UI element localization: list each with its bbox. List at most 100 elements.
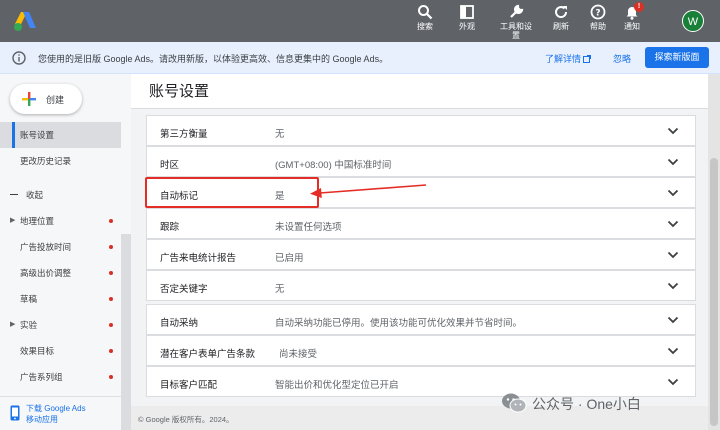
explore-new-ui-button[interactable]: 探索新版面 (645, 47, 709, 68)
setting-row-lead-form-terms[interactable]: 潜在客户表单广告条款 尚未接受 (146, 335, 696, 366)
watermark-text: 公众号 · One小白 (532, 396, 641, 412)
setting-label: 潜在客户表单广告条款 (160, 349, 256, 360)
sidebar-item-label: 账号设置 (20, 130, 55, 140)
setting-value: (GMT+08:00) 中国标准时间 (275, 160, 392, 171)
setting-row-call-reporting[interactable]: 广告来电统计报告 已启用 (146, 239, 696, 270)
status-dot-icon (109, 271, 113, 275)
sidebar-item-experiments[interactable]: ▶ 实验 (0, 312, 121, 338)
sidebar-scrollbar[interactable] (121, 234, 131, 430)
main-scrollbar-thumb[interactable] (710, 158, 718, 426)
appearance-icon (460, 5, 474, 19)
setting-row-auto-apply[interactable]: 自动采纳 自动采纳功能已停用。使用该功能可优化效果并节省时间。 (146, 304, 696, 335)
search-button[interactable]: 搜索 (407, 4, 443, 31)
help-icon: ? (590, 4, 606, 20)
banner-message: 您使用的是旧版 Google Ads。请改用新版，以体验更高效、信息更集中的 G… (38, 54, 389, 64)
copyright-footer: © Google 版权所有。2024。 (138, 415, 234, 424)
sidebar-item-account-settings[interactable]: 账号设置 (0, 122, 121, 148)
annotation-highlight-box (145, 177, 319, 208)
setting-value: 无 (275, 129, 285, 140)
refresh-button[interactable]: 刷新 (543, 4, 579, 31)
chevron-down-icon[interactable] (667, 126, 679, 136)
notifications-button[interactable]: ! 通知 (614, 2, 650, 31)
setting-value: 自动采纳功能已停用。使用该功能可优化效果并节省时间。 (275, 318, 523, 329)
setting-row-negative-keywords[interactable]: 否定关键字 无 (146, 270, 696, 301)
setting-label: 第三方衡量 (160, 129, 208, 140)
sidebar-item-label: 草稿 (20, 294, 38, 304)
setting-label: 否定关键字 (160, 284, 208, 295)
setting-value: 已启用 (275, 253, 304, 264)
ignore-link[interactable]: 忽略 (613, 52, 631, 65)
learn-more-label: 了解详情 (545, 54, 582, 64)
refresh-label: 刷新 (553, 22, 569, 31)
search-label: 搜索 (417, 22, 433, 31)
chevron-down-icon[interactable] (667, 346, 679, 356)
sidebar-item-collapse[interactable]: 收起 (0, 182, 121, 208)
setting-row-third-party-measurement[interactable]: 第三方衡量 无 (146, 115, 696, 146)
learn-more-link[interactable]: 了解详情 (545, 52, 592, 65)
setting-value: 智能出价和优化型定位已开启 (275, 380, 399, 391)
chevron-down-icon[interactable] (667, 281, 679, 291)
chevron-down-icon[interactable] (667, 315, 679, 325)
notifications-label: 通知 (624, 22, 640, 31)
status-dot-icon (109, 349, 113, 353)
sidebar-item-label: 效果目标 (20, 346, 55, 356)
phone-icon (10, 405, 20, 421)
help-label: 帮助 (590, 22, 606, 31)
sidebar-item-locations[interactable]: ▶ 地理位置 (0, 208, 121, 234)
tools-button[interactable]: 工具和设置 (498, 4, 534, 40)
status-dot-icon (109, 297, 113, 301)
status-dot-icon (109, 375, 113, 379)
tools-label: 工具和设置 (500, 22, 532, 40)
setting-value: 尚未接受 (279, 349, 318, 360)
setting-label: 自动采纳 (160, 318, 199, 329)
setting-label: 广告来电统计报告 (160, 253, 237, 264)
chevron-down-icon[interactable] (667, 377, 679, 387)
chevron-down-icon[interactable] (667, 157, 679, 167)
sidebar-item-advanced-bid-adjustments[interactable]: 高级出价调整 (0, 260, 121, 286)
setting-row-tracking[interactable]: 跟踪 未设置任何选项 (146, 208, 696, 239)
plus-icon (22, 92, 36, 106)
wechat-icon (502, 393, 527, 413)
page-title: 账号设置 (149, 83, 210, 100)
create-label: 创建 (46, 95, 65, 105)
sidebar-item-drafts[interactable]: 草稿 (0, 286, 121, 312)
caret-right-icon: ▶ (10, 217, 16, 224)
sidebar-item-change-history[interactable]: 更改历史记录 (0, 148, 121, 174)
caret-right-icon: ▶ (10, 321, 16, 328)
watermark: 公众号 · One小白 (500, 392, 705, 414)
download-app-line1: 下载 Google Ads (26, 404, 86, 413)
tools-icon (510, 4, 524, 18)
sidebar-item-label: 更改历史记录 (20, 156, 72, 166)
chevron-down-icon[interactable] (667, 250, 679, 260)
chevron-down-icon[interactable] (667, 188, 679, 198)
setting-label: 跟踪 (160, 222, 180, 233)
appearance-button[interactable]: 外观 (449, 4, 485, 31)
sidebar: 创建 账号设置 更改历史记录 收起 ▶ 地理位置 广告投放时间 高级出价调整 草稿… (0, 74, 131, 430)
setting-label: 目标客户匹配 (160, 380, 218, 391)
create-button[interactable]: 创建 (10, 84, 82, 114)
info-icon (12, 51, 26, 65)
download-app-link[interactable]: 下载 Google Ads 移动应用 (0, 396, 121, 430)
open-external-icon (583, 55, 592, 63)
avatar[interactable]: W (682, 10, 704, 32)
sidebar-item-label: 广告系列组 (20, 372, 63, 382)
download-app-line2: 移动应用 (26, 415, 58, 424)
setting-value: 未设置任何选项 (275, 222, 342, 233)
chevron-down-icon[interactable] (667, 219, 679, 229)
sidebar-item-label: 高级出价调整 (20, 268, 72, 278)
sidebar-item-label: 收起 (26, 190, 44, 200)
sidebar-item-label: 广告投放时间 (20, 242, 72, 252)
sidebar-item-ad-schedule[interactable]: 广告投放时间 (0, 234, 121, 260)
sidebar-item-label: 实验 (20, 320, 38, 330)
setting-row-time-zone[interactable]: 时区 (GMT+08:00) 中国标准时间 (146, 146, 696, 177)
top-bar: 搜索 外观 工具和设置 刷新 ? 帮助 ! 通知 W (0, 0, 720, 42)
status-dot-icon (109, 323, 113, 327)
search-icon (418, 5, 433, 20)
main-scrollbar[interactable] (708, 74, 720, 430)
help-button[interactable]: ? 帮助 (580, 4, 616, 31)
google-ads-logo-icon[interactable] (12, 10, 38, 32)
setting-label: 时区 (160, 160, 180, 171)
sidebar-item-campaign-groups[interactable]: 广告系列组 (0, 364, 121, 390)
appearance-label: 外观 (459, 22, 475, 31)
sidebar-item-performance-targets[interactable]: 效果目标 (0, 338, 121, 364)
